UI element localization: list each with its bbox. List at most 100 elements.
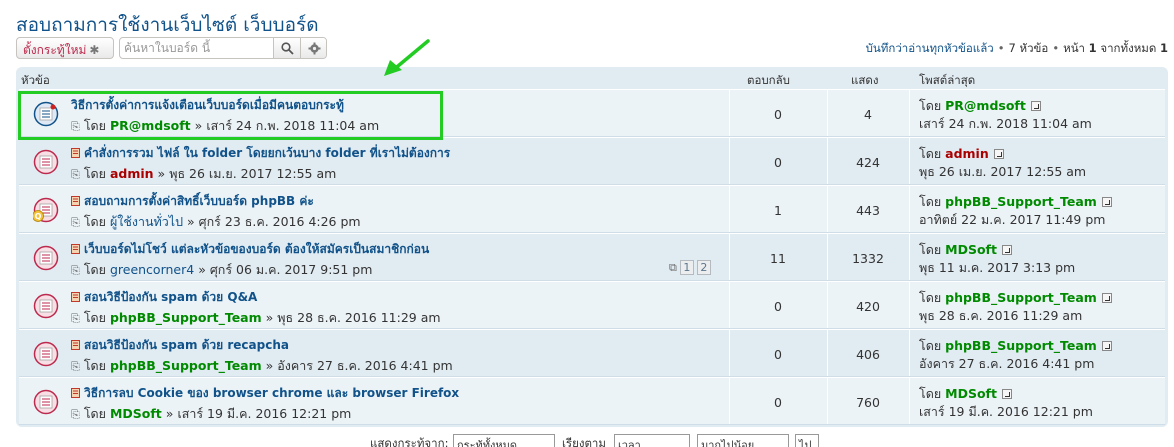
by-label: โดย [83, 118, 106, 133]
read-topic-icon[interactable] [33, 293, 59, 319]
last-post: โดย phpBB_Support_Team พุธ 28 ธ.ค. 2016 … [919, 289, 1112, 325]
last-post-date: เสาร์ 24 ก.พ. 2018 11:04 am [919, 116, 1092, 131]
last-post-author-link[interactable]: MDSoft [945, 386, 997, 401]
topic-date: เสาร์ 24 ก.พ. 2018 11:04 am [206, 118, 380, 133]
last-post-author-link[interactable]: MDSoft [945, 242, 997, 257]
topic-title: คำสั่งการรวม ไฟล์ ใน folder โดยยกเว้นบาง… [84, 146, 451, 160]
by-label: โดย [83, 214, 106, 229]
last-post: โดย admin พุธ 26 เม.ย. 2017 12:55 am [919, 145, 1086, 181]
arrow-label: » [187, 214, 195, 229]
topic-title-link[interactable]: สอนวิธีป้องกัน spam ด้วย Q&A [71, 288, 257, 307]
by-label: โดย [919, 386, 942, 401]
go-to-post-icon[interactable] [1101, 293, 1112, 303]
view-count: 1332 [852, 251, 884, 266]
topic-list: หัวข้อ ตอบกลับ แสดง โพสต์ล่าสุด วิธีการต… [16, 67, 1168, 427]
topic-author-link[interactable]: phpBB_Support_Team [110, 310, 262, 325]
mark-read-link[interactable]: บันทึกว่าอ่านทุกหัวข้อแล้ว [866, 41, 994, 55]
arrow-label: » [157, 166, 166, 181]
last-post-author-link[interactable]: phpBB_Support_Team [945, 338, 1097, 353]
question-topic-icon[interactable]: Q [33, 197, 59, 223]
read-topic-icon[interactable] [33, 341, 59, 367]
topic-date: พุธ 28 ธ.ค. 2016 11:29 am [277, 310, 441, 325]
page-label: หน้า [1063, 41, 1086, 55]
topic-title-link[interactable]: วิธีการตั้งค่าการแจ้งเตือนเว็บบอร์ดเมื่อ… [71, 96, 344, 115]
order-select[interactable]: มากไปน้อย [697, 434, 789, 447]
header-replies: ตอบกลับ [747, 73, 790, 87]
topic-row: วิธีการลบ Cookie ของ browser chrome และ … [19, 377, 1165, 425]
read-topic-icon[interactable] [33, 149, 59, 175]
arrow-label: » [265, 310, 274, 325]
topic-title-link[interactable]: สอบถามการตั้งค่าสิทธิ์เว็บบอร์ด phpBB ค่… [71, 192, 314, 211]
by-label: โดย [919, 146, 942, 161]
read-topic-icon[interactable] [33, 389, 59, 415]
page-link[interactable]: 2 [696, 260, 711, 275]
topic-author-link[interactable]: ผู้ใช้งานทั่วไป [110, 214, 183, 229]
by-label: โดย [83, 262, 106, 277]
hot-topic-icon [71, 292, 80, 302]
current-page: 1 [1088, 41, 1097, 55]
last-post: โดย MDSoft เสาร์ 19 มี.ค. 2016 12:21 pm [919, 385, 1093, 421]
view-count: 420 [856, 299, 880, 314]
view-count: 443 [856, 203, 880, 218]
advanced-search-button[interactable] [300, 38, 326, 58]
header-views: แสดง [851, 73, 879, 87]
topic-author-link[interactable]: greencorner4 [110, 262, 194, 277]
paperclip-icon: ⎘ [71, 408, 80, 421]
display-select[interactable]: กระทู้ทั้งหมด [453, 434, 555, 447]
topic-row: วิธีการตั้งค่าการแจ้งเตือนเว็บบอร์ดเมื่อ… [19, 89, 1165, 137]
go-to-post-icon[interactable] [993, 149, 1004, 159]
topic-author-link[interactable]: phpBB_Support_Team [110, 358, 262, 373]
by-label: โดย [83, 310, 106, 325]
page-link[interactable]: 1 [679, 260, 694, 275]
by-label: โดย [919, 194, 942, 209]
paperclip-icon: ⎘ [71, 360, 80, 373]
topic-author-link[interactable]: MDSoft [110, 406, 162, 421]
unread-topic-icon[interactable] [33, 101, 59, 127]
topic-title: สอบถามการตั้งค่าสิทธิ์เว็บบอร์ด phpBB ค่… [84, 194, 314, 208]
topic-title-link[interactable]: คำสั่งการรวม ไฟล์ ใน folder โดยยกเว้นบาง… [71, 144, 450, 163]
last-post-author-link[interactable]: PR@mdsoft [945, 98, 1026, 113]
hot-topic-icon [71, 196, 80, 206]
reply-count: 0 [774, 155, 782, 170]
display-label: แสดงกระทู้จาก: [370, 436, 449, 447]
hot-topic-icon [71, 340, 80, 350]
last-post: โดย phpBB_Support_Team อังคาร 27 ธ.ค. 20… [919, 337, 1112, 373]
go-to-post-icon[interactable] [1030, 101, 1041, 111]
go-to-post-icon[interactable] [1001, 245, 1012, 255]
topic-author-link[interactable]: admin [110, 166, 154, 181]
topic-title-link[interactable]: วิธีการลบ Cookie ของ browser chrome และ … [71, 384, 459, 403]
new-topic-button[interactable]: ตั้งกระทู้ใหม่ ✱ [16, 37, 114, 59]
topic-title-link[interactable]: เว็บบอร์ดไม่โชว์ แต่ละหัวข้อของบอร์ด ต้อ… [71, 240, 429, 259]
topic-title-link[interactable]: สอนวิธีป้องกัน spam ด้วย recapcha [71, 336, 289, 355]
go-to-post-icon[interactable] [1101, 341, 1112, 351]
sort-options-bar: แสดงกระทู้จาก: กระทู้ทั้งหมด เรียงตาม เว… [0, 433, 1174, 447]
read-topic-icon[interactable] [33, 245, 59, 271]
topic-meta: ⎘ โดย PR@mdsoft» เสาร์ 24 ก.พ. 2018 11:04 … [71, 116, 379, 136]
topic-title: สอนวิธีป้องกัน spam ด้วย recapcha [84, 338, 289, 352]
topic-date: ศุกร์ 06 ม.ค. 2017 9:51 pm [209, 262, 373, 277]
arrow-annotation-icon [384, 39, 430, 76]
search-button[interactable] [273, 38, 300, 58]
topic-title: วิธีการลบ Cookie ของ browser chrome และ … [84, 386, 460, 400]
go-to-post-icon[interactable] [1101, 197, 1112, 207]
search-box [119, 37, 327, 59]
sort-label: เรียงตาม [562, 436, 606, 447]
last-post-author-link[interactable]: admin [945, 146, 989, 161]
last-post-author-link[interactable]: phpBB_Support_Team [945, 290, 1097, 305]
go-to-post-icon[interactable] [1001, 389, 1012, 399]
search-input[interactable] [120, 38, 273, 58]
topic-rows: วิธีการตั้งค่าการแจ้งเตือนเว็บบอร์ดเมื่อ… [19, 89, 1165, 425]
asterisk-icon: ✱ [89, 43, 100, 57]
sort-select[interactable]: เวลา [614, 434, 690, 447]
arrow-label: » [194, 118, 203, 133]
view-count: 406 [856, 347, 880, 362]
last-post-author-link[interactable]: phpBB_Support_Team [945, 194, 1097, 209]
topic-author-link[interactable]: PR@mdsoft [110, 118, 191, 133]
topic-meta: ⎘ โดย admin» พุธ 26 เม.ย. 2017 12:55 am [71, 164, 336, 184]
go-button[interactable]: ไป [795, 434, 819, 447]
topic-count: 7 หัวข้อ [1008, 41, 1049, 55]
topic-meta: ⎘ โดย greencorner4 » ศุกร์ 06 ม.ค. 2017 9:5… [71, 260, 372, 280]
view-count: 4 [864, 107, 872, 122]
topic-meta: ⎘ โดย MDSoft» เสาร์ 19 มี.ค. 2016 12:21 pm [71, 404, 351, 424]
page-title[interactable]: สอบถามการใช้งานเว็บไซต์ เว็บบอร์ด [16, 10, 319, 40]
